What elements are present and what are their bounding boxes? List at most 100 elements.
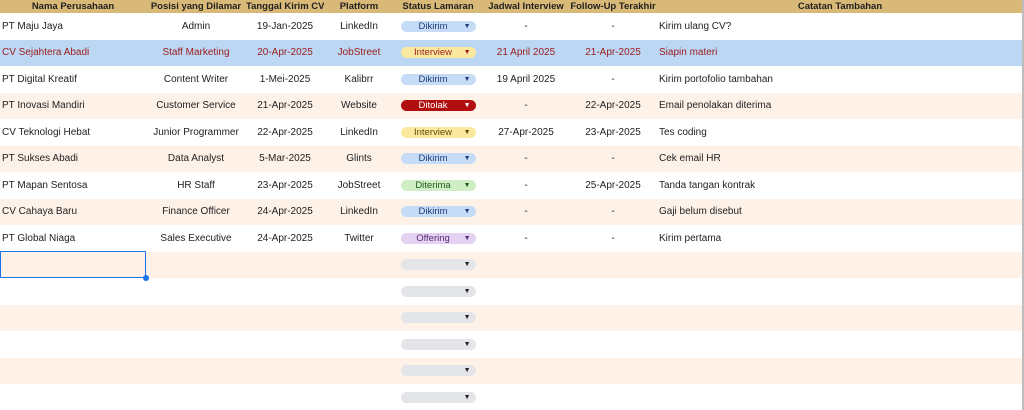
cell-platform[interactable]	[324, 278, 394, 305]
cell-notes[interactable]: Email penolakan diterima	[656, 93, 1024, 120]
header-company[interactable]: Nama Perusahaan	[0, 0, 146, 13]
table-row[interactable]: PT Sukses Abadi Data Analyst 5-Mar-2025 Gli…	[0, 145, 1024, 173]
cell-status[interactable]: Offering ▼	[394, 225, 482, 252]
cell-notes[interactable]	[656, 252, 1024, 279]
table-row[interactable]: ▼	[0, 357, 1024, 385]
cell-status[interactable]: ▼	[394, 358, 482, 385]
dropdown-arrow-icon[interactable]: ▼	[464, 339, 471, 350]
status-dropdown[interactable]: ▼	[400, 259, 476, 271]
cell-platform[interactable]: Website	[324, 93, 394, 120]
cell-status[interactable]: Ditolak ▼	[394, 93, 482, 120]
cell-interview[interactable]: -	[482, 146, 570, 173]
table-row[interactable]: PT Maju Jaya Admin 19-Jan-2025 LinkedIn Diki…	[0, 13, 1024, 40]
dropdown-arrow-icon[interactable]: ▼	[464, 206, 471, 217]
cell-interview[interactable]	[482, 305, 570, 332]
cell-company[interactable]: PT Sukses Abadi	[0, 146, 146, 173]
cell-position[interactable]: Content Writer	[146, 66, 246, 93]
status-dropdown[interactable]: Diterima ▼	[400, 179, 476, 191]
table-row[interactable]: CV Sejahtera Abadi Staff Marketing 20-Apr-…	[0, 39, 1024, 67]
table-row[interactable]: PT Global Niaga Sales Executive 24-Apr-202…	[0, 225, 1024, 252]
dropdown-arrow-icon[interactable]: ▼	[464, 286, 471, 297]
table-row[interactable]: ▼	[0, 304, 1024, 332]
cell-status[interactable]: ▼	[394, 384, 482, 410]
cell-status[interactable]: Dikirim ▼	[394, 13, 482, 40]
cell-status[interactable]: Dikirim ▼	[394, 199, 482, 226]
cell-sent[interactable]: 23-Apr-2025	[246, 172, 324, 199]
table-row[interactable]: ▼	[0, 278, 1024, 305]
cell-company[interactable]: PT Digital Kreatif	[0, 66, 146, 93]
cell-interview[interactable]	[482, 358, 570, 385]
cell-platform[interactable]	[324, 384, 394, 410]
table-row[interactable]: CV Cahaya Baru Finance Officer 24-Apr-2025…	[0, 198, 1024, 226]
dropdown-arrow-icon[interactable]: ▼	[464, 392, 471, 403]
table-row[interactable]: CV Teknologi Hebat Junior Programmer 22-Ap…	[0, 119, 1024, 146]
cell-interview[interactable]	[482, 252, 570, 279]
cell-platform[interactable]	[324, 358, 394, 385]
cell-interview[interactable]: -	[482, 172, 570, 199]
cell-followup[interactable]: -	[570, 13, 656, 40]
cell-followup[interactable]: 23-Apr-2025	[570, 119, 656, 146]
status-dropdown[interactable]: Interview ▼	[400, 126, 476, 138]
status-dropdown[interactable]: Interview ▼	[400, 47, 476, 59]
cell-platform[interactable]	[324, 252, 394, 279]
active-cell-outline[interactable]	[0, 251, 146, 278]
cell-status[interactable]: ▼	[394, 331, 482, 358]
cell-followup[interactable]	[570, 358, 656, 385]
cell-company[interactable]: PT Maju Jaya	[0, 13, 146, 40]
cell-company[interactable]: PT Mapan Sentosa	[0, 172, 146, 199]
cell-interview[interactable]: -	[482, 225, 570, 252]
status-dropdown[interactable]: Dikirim ▼	[400, 73, 476, 85]
cell-sent[interactable]	[246, 331, 324, 358]
cell-position[interactable]: Sales Executive	[146, 225, 246, 252]
cell-position[interactable]	[146, 278, 246, 305]
cell-position[interactable]: Staff Marketing	[146, 40, 246, 67]
fill-handle[interactable]	[143, 275, 149, 281]
cell-company[interactable]	[0, 305, 146, 332]
cell-sent[interactable]: 20-Apr-2025	[246, 40, 324, 67]
dropdown-arrow-icon[interactable]: ▼	[464, 21, 471, 32]
cell-company[interactable]	[0, 331, 146, 358]
cell-followup[interactable]: -	[570, 225, 656, 252]
cell-followup[interactable]	[570, 331, 656, 358]
cell-status[interactable]: Interview ▼	[394, 40, 482, 67]
cell-position[interactable]	[146, 305, 246, 332]
header-position[interactable]: Posisi yang Dilamar	[146, 0, 246, 13]
cell-platform[interactable]: Kalibrr	[324, 66, 394, 93]
cell-platform[interactable]	[324, 331, 394, 358]
cell-status[interactable]: ▼	[394, 252, 482, 279]
cell-notes[interactable]: Siapin materi	[656, 40, 1024, 67]
cell-company[interactable]: CV Sejahtera Abadi	[0, 40, 146, 67]
status-dropdown[interactable]: Dikirim ▼	[400, 153, 476, 165]
cell-notes[interactable]	[656, 278, 1024, 305]
cell-notes[interactable]: Cek email HR	[656, 146, 1024, 173]
cell-followup[interactable]	[570, 278, 656, 305]
cell-notes[interactable]: Tes coding	[656, 119, 1024, 146]
cell-sent[interactable]	[246, 305, 324, 332]
status-dropdown[interactable]: Dikirim ▼	[400, 206, 476, 218]
cell-sent[interactable]	[246, 278, 324, 305]
cell-interview[interactable]: 27-Apr-2025	[482, 119, 570, 146]
cell-notes[interactable]: Kirim portofolio tambahan	[656, 66, 1024, 93]
dropdown-arrow-icon[interactable]: ▼	[464, 365, 471, 376]
cell-platform[interactable]: LinkedIn	[324, 199, 394, 226]
cell-sent[interactable]	[246, 252, 324, 279]
cell-position[interactable]	[146, 252, 246, 279]
dropdown-arrow-icon[interactable]: ▼	[464, 259, 471, 270]
cell-status[interactable]: Diterima ▼	[394, 172, 482, 199]
status-dropdown[interactable]: Offering ▼	[400, 232, 476, 244]
header-notes[interactable]: Catatan Tambahan	[656, 0, 1024, 13]
cell-interview[interactable]: -	[482, 13, 570, 40]
cell-interview[interactable]	[482, 384, 570, 410]
cell-notes[interactable]: Kirim pertama	[656, 225, 1024, 252]
cell-position[interactable]: Finance Officer	[146, 199, 246, 226]
cell-position[interactable]: Junior Programmer	[146, 119, 246, 146]
cell-notes[interactable]: Tanda tangan kontrak	[656, 172, 1024, 199]
cell-company[interactable]	[0, 358, 146, 385]
status-dropdown[interactable]: ▼	[400, 285, 476, 297]
cell-platform[interactable]: LinkedIn	[324, 119, 394, 146]
cell-notes[interactable]	[656, 384, 1024, 410]
header-interview[interactable]: Jadwal Interview	[482, 0, 570, 13]
cell-interview[interactable]: -	[482, 199, 570, 226]
cell-followup[interactable]: -	[570, 66, 656, 93]
cell-sent[interactable]: 21-Apr-2025	[246, 93, 324, 120]
